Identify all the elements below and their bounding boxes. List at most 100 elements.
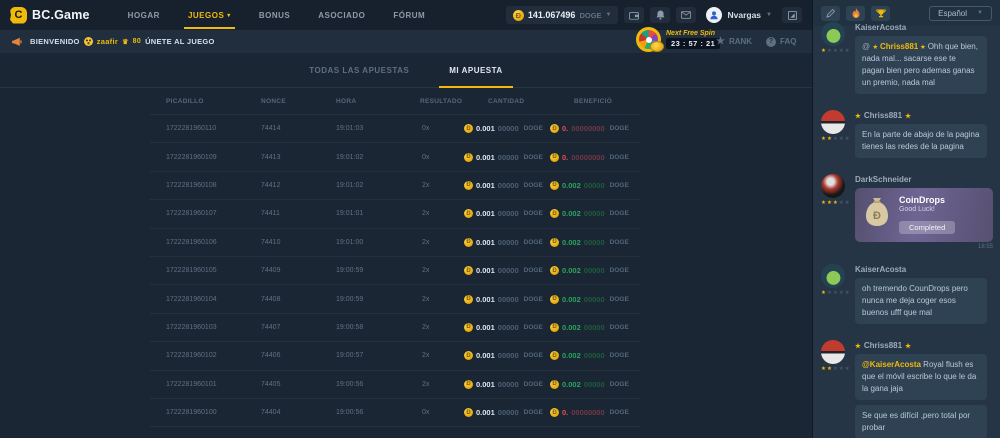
bet-nonce: 74414: [261, 125, 336, 132]
currency-label: DOGE: [524, 239, 543, 246]
balance-selector[interactable]: Đ 141.067496 DOGE ▼: [506, 6, 619, 24]
nav-item-hogar[interactable]: HOGAR: [114, 0, 174, 30]
mention-username[interactable]: @KaiserAcosta: [862, 360, 923, 369]
doge-coin-icon: Đ: [550, 408, 559, 417]
message-timestamp: 18:55: [851, 244, 993, 250]
currency-label: DOGE: [610, 267, 629, 274]
bet-profit: Đ0.00200000DOGE: [550, 323, 640, 332]
bet-time: 19:01:02: [336, 182, 416, 189]
bet-amount-value-dim: 00000: [498, 351, 519, 360]
avatar[interactable]: [821, 340, 845, 364]
question-icon: ?: [766, 37, 776, 47]
chat-toggle-button[interactable]: [782, 7, 802, 23]
coindrop-card[interactable]: ĐCoinDropsGood Luck!Completed: [855, 188, 993, 242]
table-row[interactable]: 17222819601037440719:00:582xĐ0.00100000D…: [150, 313, 640, 341]
chat-username[interactable]: ★Chriss881★: [855, 111, 994, 120]
messages-button[interactable]: [676, 7, 696, 23]
bet-result: 0x: [416, 409, 464, 416]
level-star-icon: ★: [827, 201, 832, 207]
nav-item-juegos[interactable]: JUEGOS▾: [174, 0, 245, 30]
chat-username[interactable]: KaiserAcosta: [855, 23, 994, 32]
nav-item-fórum[interactable]: FÓRUM: [379, 0, 439, 30]
level-star-icon: ★: [839, 137, 844, 143]
table-row[interactable]: 17222819601007440419:00:560xĐ0.00100000D…: [150, 398, 640, 426]
flame-icon: [852, 8, 860, 18]
svg-text:Đ: Đ: [873, 210, 881, 222]
bet-nonce: 74406: [261, 352, 336, 359]
contest-button[interactable]: [871, 6, 890, 21]
bet-amount-value-dim: 00000: [498, 153, 519, 162]
doge-coin-icon: Đ: [550, 380, 559, 389]
level-star-icon: ★: [839, 201, 844, 207]
free-spin-timer: 23 : 57 : 21: [666, 38, 720, 49]
hot-games-button[interactable]: [846, 6, 865, 21]
chat-message-body: KaiserAcosta@ ★ Chriss881 ★ Ohh que bien…: [851, 20, 994, 99]
currency-label: DOGE: [610, 324, 629, 331]
bet-amount: Đ0.00100000DOGE: [464, 323, 550, 332]
notifications-button[interactable]: [650, 7, 670, 23]
bet-profit-value-dim: 00000000: [571, 153, 604, 162]
user-menu[interactable]: Nvargas ▼: [706, 7, 772, 23]
level-star-icon: ★: [839, 49, 844, 55]
level-star-icon: ★: [821, 137, 826, 143]
avatar[interactable]: [821, 264, 845, 288]
chat-username[interactable]: KaiserAcosta: [855, 265, 994, 274]
table-row[interactable]: 17222819601077441119:01:012xĐ0.00100000D…: [150, 199, 640, 227]
welcome-message[interactable]: BIENVENIDO zaafir ♛ 80 ÚNETE AL JUEGO: [30, 37, 215, 46]
bet-amount-value-dim: 00000: [498, 323, 519, 332]
welcome-greeting: BIENVENIDO: [30, 37, 80, 46]
bet-nonce: 74411: [261, 210, 336, 217]
table-row[interactable]: 17222819601027440619:00:572xĐ0.00100000D…: [150, 341, 640, 369]
tab-mi-apuesta[interactable]: MI APUESTA: [449, 53, 502, 87]
bet-nonce: 74413: [261, 154, 336, 161]
bet-time: 19:00:59: [336, 296, 416, 303]
table-row[interactable]: 17222819601087441219:01:022xĐ0.00100000D…: [150, 171, 640, 199]
bet-amount-value: 0.001: [476, 181, 495, 190]
bet-profit-value-dim: 00000: [584, 351, 605, 360]
avatar[interactable]: [821, 174, 845, 198]
currency-label: DOGE: [610, 210, 629, 217]
free-spin-widget[interactable]: Next Free Spin 23 : 57 : 21: [636, 27, 720, 52]
bet-time: 19:01:03: [336, 125, 416, 132]
table-row[interactable]: 17222819601057440919:00:592xĐ0.00100000D…: [150, 256, 640, 284]
bet-hash: 1722281960103: [166, 324, 261, 331]
nav-item-bonus[interactable]: BONUS: [245, 0, 304, 30]
chat-username[interactable]: ★Chriss881★: [855, 341, 994, 350]
bet-time: 19:01:01: [336, 210, 416, 217]
bet-amount-value: 0.001: [476, 295, 495, 304]
doge-coin-icon: Đ: [550, 266, 559, 275]
table-row[interactable]: 17222819601017440519:00:562xĐ0.00100000D…: [150, 370, 640, 398]
bet-hash: 1722281960101: [166, 381, 261, 388]
chat-rules-button[interactable]: [821, 6, 840, 21]
announcement-bar: BIENVENIDO zaafir ♛ 80 ÚNETE AL JUEGO Ne…: [0, 30, 812, 53]
currency-label: DOGE: [524, 267, 543, 274]
bet-amount-value: 0.001: [476, 408, 495, 417]
rank-link[interactable]: ★ RANK: [716, 37, 752, 47]
mention-username[interactable]: Chriss881: [880, 42, 918, 51]
coindrop-completed-button[interactable]: Completed: [899, 221, 955, 234]
nav-item-asociado[interactable]: ASOCIADO: [304, 0, 379, 30]
language-selector[interactable]: Español ▼: [929, 6, 992, 21]
table-row[interactable]: 17222819601107441419:01:030xĐ0.00100000D…: [150, 114, 640, 142]
chat-username[interactable]: DarkSchneider: [855, 175, 994, 184]
bet-profit-value: 0.002: [562, 323, 581, 332]
bet-nonce: 74409: [261, 267, 336, 274]
doge-coin-icon: Đ: [550, 153, 559, 162]
table-row[interactable]: 17222819601097441319:01:020xĐ0.00100000D…: [150, 142, 640, 170]
faq-link[interactable]: ? FAQ: [766, 37, 796, 47]
bet-profit-value: 0.: [562, 124, 568, 133]
doge-coin-icon: Đ: [464, 295, 473, 304]
tab-todas-las-apuestas[interactable]: TODAS LAS APUESTAS: [309, 53, 409, 87]
avatar[interactable]: [821, 110, 845, 134]
table-row[interactable]: 17222819601047440819:00:592xĐ0.00100000D…: [150, 284, 640, 312]
balance-amount: 141.067496: [528, 10, 576, 20]
wallet-button[interactable]: [624, 7, 644, 23]
level-star-icon: ★: [833, 291, 838, 297]
table-row[interactable]: 17222819601067441019:01:002xĐ0.00100000D…: [150, 228, 640, 256]
bcgame-logo[interactable]: C BC.Game: [10, 7, 90, 24]
chat-message-body: DarkSchneider ĐCoinDropsGood Luck!Complet…: [851, 172, 994, 253]
bet-hash: 1722281960106: [166, 239, 261, 246]
bet-hash: 1722281960108: [166, 182, 261, 189]
avatar[interactable]: [821, 22, 845, 46]
bet-amount-value: 0.001: [476, 323, 495, 332]
